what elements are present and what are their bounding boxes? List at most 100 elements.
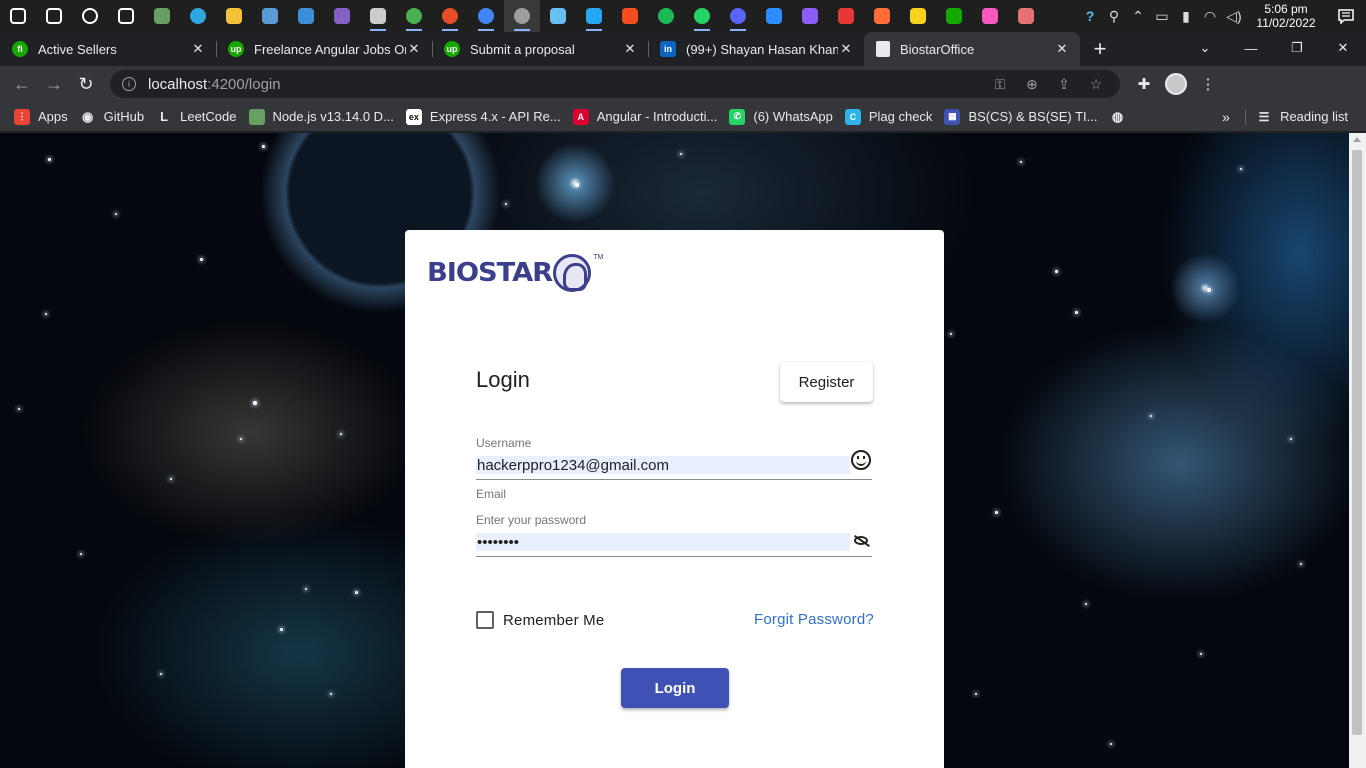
battery-icon[interactable]: ▮ (1174, 0, 1198, 32)
bookmark-9[interactable]: ▦ BS(CS) & BS(SE) TI... (940, 104, 1105, 130)
password-input[interactable] (476, 533, 850, 551)
visibility-off-icon[interactable] (854, 536, 868, 545)
star (18, 408, 20, 410)
taskbar-app-github-desktop[interactable] (792, 0, 828, 32)
profile-avatar[interactable] (1160, 68, 1192, 100)
taskbar-app-spotify[interactable] (648, 0, 684, 32)
more-bookmarks-icon[interactable]: » (1213, 109, 1239, 125)
key-icon[interactable]: ⚿ (984, 70, 1016, 98)
remember-checkbox[interactable] (476, 611, 494, 629)
taskbar-app-terminal[interactable] (360, 0, 396, 32)
taskbar-app-search[interactable] (36, 0, 72, 32)
bookmark-5[interactable]: ex Express 4.x - API Re... (402, 104, 569, 130)
remember-me[interactable]: Remember Me (476, 611, 604, 629)
sticky-notes-icon (910, 8, 926, 24)
wifi-icon[interactable]: ◠ (1198, 0, 1222, 32)
taskbar-app-chrome-active[interactable] (504, 0, 540, 32)
chevron-up-icon[interactable]: ⌃ (1126, 0, 1150, 32)
extensions-icon[interactable]: ✚ (1128, 68, 1160, 100)
star (1075, 311, 1078, 314)
new-tab-button[interactable]: + (1080, 32, 1120, 66)
taskbar-app-visual-studio[interactable] (324, 0, 360, 32)
address-bar[interactable]: i localhost:4200/login ⚿ ⊕ ⇪ ☆ (110, 70, 1120, 98)
menu-icon[interactable]: ⋮ (1192, 68, 1224, 100)
forgot-password-link[interactable]: Forgit Password? (754, 611, 874, 628)
taskbar-app-steam[interactable] (540, 0, 576, 32)
login-button[interactable]: Login (621, 668, 729, 708)
bookmark-4[interactable]: Node.js v13.14.0 D... (245, 104, 402, 130)
taskbar-app-file-explorer[interactable] (216, 0, 252, 32)
window-controls: ⌄ — ❐ ✕ (1182, 32, 1366, 66)
taskbar-app-store[interactable] (252, 0, 288, 32)
taskbar-app-cortana[interactable] (72, 0, 108, 32)
taskbar-app-app-red[interactable] (828, 0, 864, 32)
taskbar-app-task-view[interactable] (108, 0, 144, 32)
taskbar-app-discord[interactable] (720, 0, 756, 32)
back-button[interactable]: ← (6, 68, 38, 100)
taskbar-app-itunes[interactable] (972, 0, 1008, 32)
scroll-up-icon[interactable] (1353, 137, 1361, 142)
taskbar-app-windows-start[interactable] (0, 0, 36, 32)
restore-button[interactable]: ❐ (1274, 32, 1320, 64)
username-input[interactable] (476, 456, 850, 474)
bookmark-3[interactable]: L LeetCode (152, 104, 244, 130)
taskbar-app-sticky-notes[interactable] (900, 0, 936, 32)
site-info-icon[interactable]: i (122, 77, 136, 91)
taskbar-app-chrome-profile[interactable] (432, 0, 468, 32)
bookmark-label: Express 4.x - API Re... (429, 109, 561, 124)
share-icon[interactable]: ⇪ (1048, 70, 1080, 98)
tab-title: BiostarOffice (900, 41, 975, 57)
clock[interactable]: 5:06 pm 11/02/2022 (1246, 2, 1326, 30)
cortana-icon (82, 8, 98, 24)
register-button[interactable]: Register (780, 362, 873, 402)
reading-list-button[interactable]: ☰ Reading list (1252, 104, 1356, 130)
minimize-button[interactable]: — (1228, 32, 1274, 64)
taskbar-app-chrome[interactable] (396, 0, 432, 32)
bookmark-6[interactable]: A Angular - Introducti... (569, 104, 726, 130)
close-window-button[interactable]: ✕ (1320, 32, 1366, 64)
taskbar-app-mail[interactable] (288, 0, 324, 32)
tab-4[interactable]: in (99+) Shayan Hasan Khan | Li✕ (648, 32, 864, 66)
tab-3[interactable]: up Submit a proposal ✕ (432, 32, 648, 66)
taskbar-app-whatsapp[interactable] (684, 0, 720, 32)
taskbar-app-nodejs[interactable] (144, 0, 180, 32)
tab-5[interactable]: BiostarOffice ✕ (864, 32, 1080, 66)
bookmark-star-icon[interactable]: ☆ (1080, 70, 1112, 98)
tab-close-icon[interactable]: ✕ (406, 41, 422, 57)
reading-list-icon: ☰ (1258, 109, 1270, 124)
help-icon[interactable]: ? (1078, 0, 1102, 32)
tab-close-icon[interactable]: ✕ (1054, 41, 1070, 57)
bookmark-7[interactable]: ✆ (6) WhatsApp (725, 104, 840, 130)
zoom-icon[interactable]: ⊕ (1016, 70, 1048, 98)
bookmark-1[interactable]: ⋮ Apps (10, 104, 76, 130)
tab-close-icon[interactable]: ✕ (190, 41, 206, 57)
bookmark-8[interactable]: C Plag check (841, 104, 941, 130)
taskbar-app-upwork[interactable] (936, 0, 972, 32)
star (240, 438, 242, 440)
url-text[interactable]: localhost:4200/login (148, 76, 281, 93)
forward-button[interactable]: → (38, 68, 70, 100)
taskbar-app-postman[interactable] (864, 0, 900, 32)
reload-button[interactable]: ↻ (70, 68, 102, 100)
taskbar-app-vscode[interactable] (576, 0, 612, 32)
tab-close-icon[interactable]: ✕ (838, 41, 854, 57)
meet-now-icon[interactable]: ▭ (1150, 0, 1174, 32)
bookmark-label: Plag check (868, 109, 933, 124)
globe-bookmark[interactable]: ◍ (1106, 104, 1142, 130)
tab-1[interactable]: fi Active Sellers ✕ (0, 32, 216, 66)
tab-search-icon[interactable]: ⌄ (1182, 32, 1228, 64)
scrollbar[interactable] (1349, 133, 1366, 768)
taskbar-app-edge[interactable] (180, 0, 216, 32)
tab-2[interactable]: up Freelance Angular Jobs Online✕ (216, 32, 432, 66)
scroll-thumb[interactable] (1352, 150, 1362, 735)
taskbar-app-app-cloud[interactable] (1008, 0, 1044, 32)
people-icon[interactable]: ⚲ (1102, 0, 1126, 32)
taskbar-app-zoom[interactable] (756, 0, 792, 32)
star (262, 145, 265, 148)
notifications-icon[interactable] (1326, 8, 1366, 24)
taskbar-app-chrome-profile-2[interactable] (468, 0, 504, 32)
volume-icon[interactable]: ◁) (1222, 0, 1246, 32)
taskbar-app-figma[interactable] (612, 0, 648, 32)
bookmark-2[interactable]: ◉ GitHub (76, 104, 152, 130)
tab-close-icon[interactable]: ✕ (622, 41, 638, 57)
